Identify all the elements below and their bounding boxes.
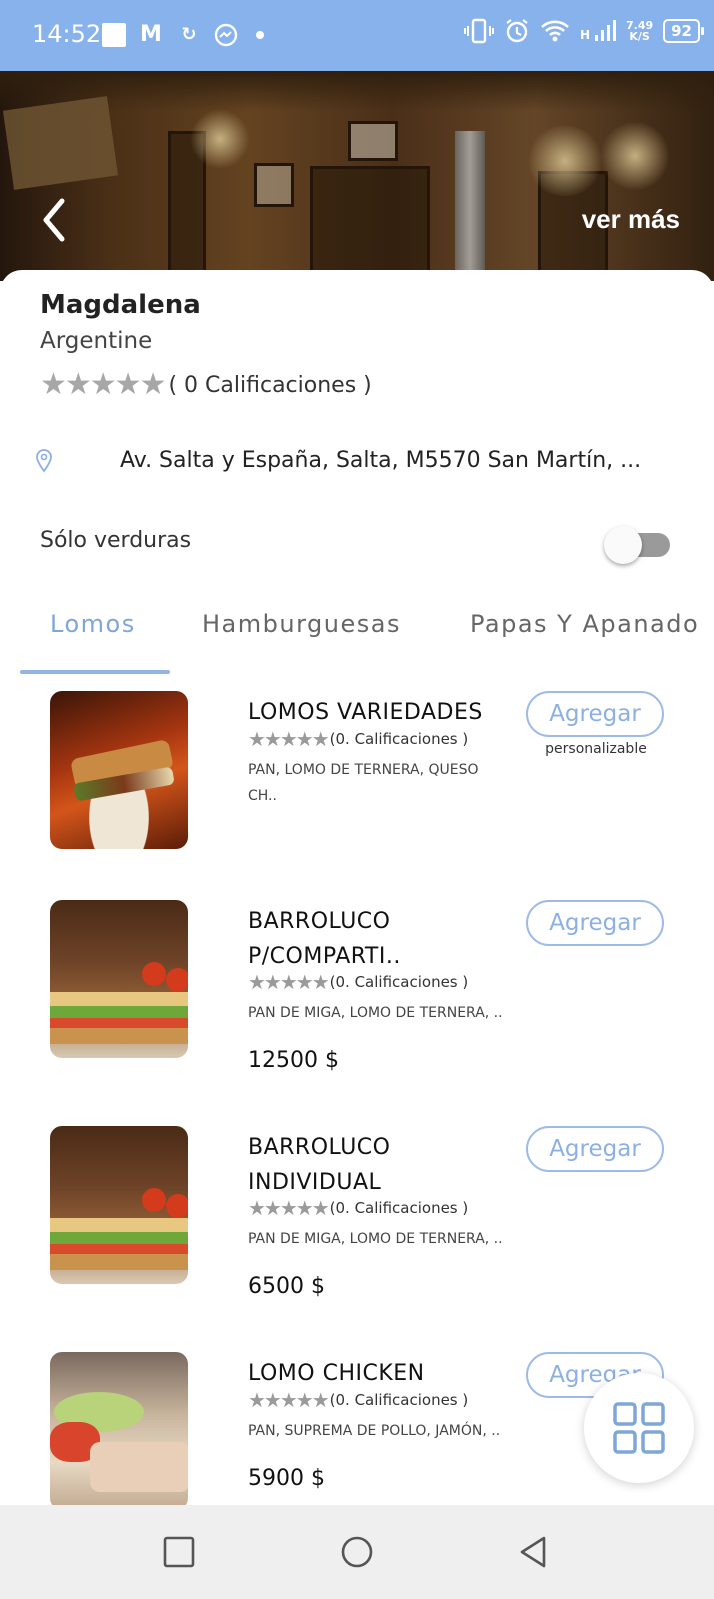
restaurant-address[interactable]: Av. Salta y España, Salta, M5570 San Mar… (120, 448, 641, 473)
add-button[interactable]: Agregar (526, 1126, 664, 1172)
messenger-icon (214, 23, 238, 47)
restaurant-details-sheet: Magdalena Argentine ★★★★★ ( 0 Calificaci… (0, 270, 714, 1505)
back-icon[interactable] (516, 1535, 550, 1569)
grid-icon (613, 1402, 665, 1454)
menu-item[interactable]: LOMOS VARIEDADES ★★★★★ (0. Calificacione… (0, 691, 714, 849)
back-arrow-icon[interactable] (36, 195, 72, 245)
system-navigation-bar (0, 1505, 714, 1599)
menu-item-image (50, 1352, 188, 1505)
menu-item-rating: ★★★★★ (0. Calificaciones ) (248, 727, 468, 751)
menu-item-description: PAN, SUPREMA DE POLLO, JAMÓN, .. (248, 1423, 501, 1439)
system-icons: H 7.49 K/S 92 (463, 18, 704, 44)
menu-item-description: PAN, LOMO DE TERNERA, QUESO CH.. (248, 762, 479, 804)
battery-level: 92 (671, 22, 692, 40)
battery-icon: 92 (663, 19, 704, 43)
menu-item-price: 6500 $ (248, 1274, 325, 1299)
add-button[interactable]: Agregar (526, 691, 664, 737)
menu-item-rating: ★★★★★ (0. Calificaciones ) (248, 1388, 468, 1412)
tab-lomos[interactable]: Lomos (50, 610, 136, 638)
categories-grid-button[interactable] (584, 1373, 694, 1483)
more-notifications-dot (256, 31, 264, 39)
rating-stars: ★★★★★ (40, 367, 166, 402)
rating-stars: ★★★★★ (248, 727, 330, 751)
rating-count: (0. Calificaciones ) (329, 1199, 469, 1217)
tab-papas-y-apanados[interactable]: Papas Y Apanado (470, 610, 699, 638)
rating-stars: ★★★★★ (248, 970, 330, 994)
gmail-icon: M (140, 22, 162, 47)
rating-stars: ★★★★★ (248, 1388, 330, 1412)
menu-item-title: LOMO CHICKEN (248, 1361, 425, 1386)
category-tabs: Lomos Hamburguesas Papas Y Apanado (0, 600, 714, 674)
rating-stars: ★★★★★ (248, 1196, 330, 1220)
menu-item-description: PAN DE MIGA, LOMO DE TERNERA, .. (248, 1005, 503, 1021)
menu-item-image (50, 1126, 188, 1284)
alarm-icon (506, 19, 528, 43)
signal-icon: H (580, 20, 616, 42)
see-more-link[interactable]: ver más (582, 204, 680, 235)
network-type: H (579, 28, 590, 42)
status-time: 14:52 (32, 20, 102, 48)
menu-item-rating: ★★★★★ (0. Calificaciones ) (248, 970, 468, 994)
restaurant-rating: ★★★★★ ( 0 Calificaciones ) (40, 368, 372, 402)
menu-item-title: BARROLUCO P/COMPARTI.. (248, 909, 401, 969)
add-button[interactable]: Agregar (526, 900, 664, 946)
app-notification-icon (102, 23, 126, 47)
veg-only-label: Sólo verduras (40, 528, 192, 553)
location-pin-icon (36, 449, 52, 473)
status-bar: 14:52 M ↻ H 7.49 K/S 92 (0, 0, 714, 71)
restaurant-cuisine: Argentine (40, 328, 153, 354)
restaurant-name: Magdalena (40, 290, 201, 320)
menu-item-rating: ★★★★★ (0. Calificaciones ) (248, 1196, 468, 1220)
tab-hamburguesas[interactable]: Hamburguesas (202, 610, 401, 638)
menu-item-price: 12500 $ (248, 1048, 339, 1073)
network-speed: 7.49 K/S (626, 20, 653, 42)
restaurant-hero-image (0, 71, 714, 281)
notification-icons: M ↻ (102, 22, 264, 48)
menu-item-image (50, 691, 188, 849)
sync-icon: ↻ (181, 24, 197, 45)
rating-count: (0. Calificaciones ) (329, 973, 469, 991)
menu-item[interactable]: BARROLUCO INDIVIDUAL ★★★★★ (0. Calificac… (0, 1126, 714, 1299)
rating-count: (0. Calificaciones ) (329, 1391, 469, 1409)
veg-only-toggle[interactable] (604, 526, 674, 564)
menu-item[interactable]: BARROLUCO P/COMPARTI.. ★★★★★ (0. Calific… (0, 900, 714, 1073)
menu-item-title: LOMOS VARIEDADES (248, 700, 483, 725)
menu-item-image (50, 900, 188, 1058)
customizable-label: personalizable (545, 741, 647, 757)
wifi-icon (541, 20, 569, 42)
rating-count: (0. Calificaciones ) (329, 730, 469, 748)
home-icon[interactable] (340, 1535, 374, 1569)
recent-apps-icon[interactable] (162, 1535, 196, 1569)
speed-unit: K/S (629, 30, 650, 43)
menu-item-price: 5900 $ (248, 1466, 325, 1491)
menu-item-title: BARROLUCO INDIVIDUAL (248, 1135, 391, 1195)
vibrate-icon (463, 18, 494, 44)
active-tab-indicator (20, 670, 170, 674)
menu-item-description: PAN DE MIGA, LOMO DE TERNERA, .. (248, 1231, 503, 1247)
rating-count: ( 0 Calificaciones ) (168, 372, 372, 398)
